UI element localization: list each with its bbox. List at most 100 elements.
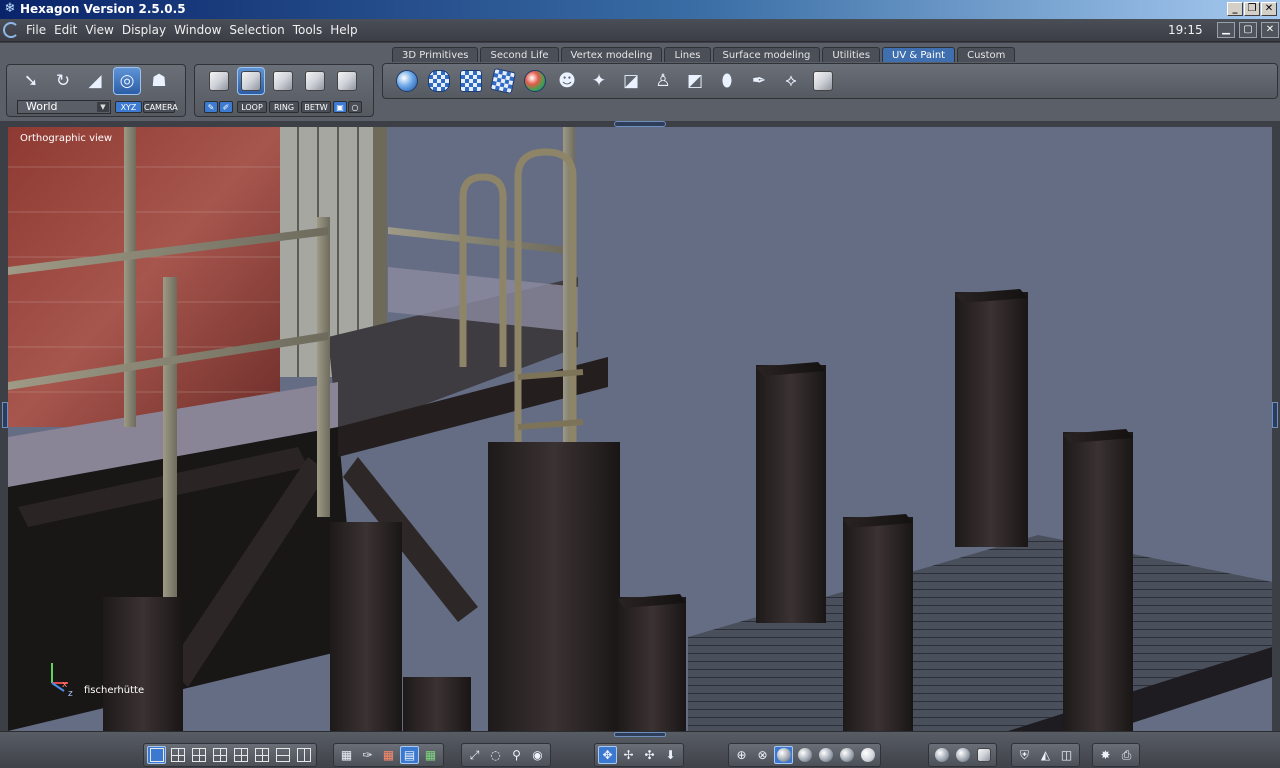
select-arrow-icon[interactable]: ➘ bbox=[17, 67, 45, 95]
rotate-icon[interactable]: ↻ bbox=[49, 67, 77, 95]
layout-three-top-icon[interactable] bbox=[189, 746, 208, 764]
select-auto-icon[interactable] bbox=[333, 67, 361, 95]
shaded-wire-icon[interactable] bbox=[795, 746, 814, 764]
close-button[interactable]: ✕ bbox=[1261, 2, 1277, 16]
select-vertex-icon[interactable] bbox=[301, 67, 329, 95]
layout-vertical-split-icon[interactable] bbox=[294, 746, 313, 764]
tab-utilities[interactable]: Utilities bbox=[822, 47, 881, 62]
select-face-icon[interactable] bbox=[237, 67, 265, 95]
zoom-extents-icon[interactable]: ⤢ bbox=[465, 746, 484, 764]
doc-maximize-button[interactable]: ▢ bbox=[1239, 22, 1257, 38]
select-object-icon[interactable] bbox=[205, 67, 233, 95]
doc-close-button[interactable]: ✕ bbox=[1261, 22, 1279, 38]
circle-select-icon[interactable]: ○ bbox=[348, 101, 362, 113]
paint-brush-icon[interactable]: ✒ bbox=[745, 67, 773, 95]
tab-custom[interactable]: Custom bbox=[957, 47, 1016, 62]
loop-button[interactable]: LOOP bbox=[237, 101, 267, 113]
split-render-icon[interactable]: ◫ bbox=[1057, 746, 1076, 764]
flat-shaded-icon[interactable] bbox=[816, 746, 835, 764]
green-grid-icon[interactable]: ▦ bbox=[421, 746, 440, 764]
uv-sphere-icon[interactable] bbox=[393, 67, 421, 95]
app-icon: ❄ bbox=[4, 1, 16, 16]
active-grid-icon[interactable]: ▤ bbox=[400, 746, 419, 764]
doc-minimize-button[interactable]: ▁ bbox=[1217, 22, 1235, 38]
paint-fill-icon[interactable]: ⟡ bbox=[777, 67, 805, 95]
material-icon[interactable]: ◭ bbox=[1036, 746, 1055, 764]
menu-file[interactable]: File bbox=[26, 19, 46, 42]
menu-selection[interactable]: Selection bbox=[229, 19, 284, 42]
axis-z-label: z bbox=[68, 689, 73, 697]
eye-icon[interactable]: ◉ bbox=[528, 746, 547, 764]
render-icon[interactable]: ✸ bbox=[1096, 746, 1115, 764]
smooth-shaded-icon[interactable] bbox=[774, 746, 793, 764]
layout-horizontal-split-icon[interactable] bbox=[273, 746, 292, 764]
ground-shadow-icon[interactable] bbox=[932, 746, 951, 764]
right-panel-handle[interactable] bbox=[1272, 402, 1278, 428]
camera-button[interactable]: CAMERA bbox=[143, 101, 178, 113]
paint-head-icon[interactable]: ☻ bbox=[553, 67, 581, 95]
uv-star-icon[interactable]: ✦ bbox=[585, 67, 613, 95]
paint-globe-icon[interactable] bbox=[521, 67, 549, 95]
pan-icon[interactable]: ✥ bbox=[598, 746, 617, 764]
minimize-button[interactable]: _ bbox=[1227, 2, 1243, 16]
tab-second-life[interactable]: Second Life bbox=[480, 47, 559, 62]
wireframe-sphere-icon[interactable]: ⊕ bbox=[732, 746, 751, 764]
collapse-bottom-handle[interactable] bbox=[614, 732, 666, 737]
rect-select-icon[interactable]: ▣ bbox=[333, 101, 347, 113]
light-preview-icon[interactable] bbox=[953, 746, 972, 764]
coordinate-space-dropdown[interactable]: World ▼ bbox=[17, 100, 111, 114]
xyz-button[interactable]: XYZ bbox=[115, 101, 142, 113]
select-edge-icon[interactable] bbox=[269, 67, 297, 95]
uv-paint-tools-panel: ☻ ✦ ◪ ♙ ◩ ⬮ ✒ ⟡ bbox=[382, 63, 1278, 99]
brush-select-icon[interactable]: ✎ bbox=[204, 101, 218, 113]
rotate-view-icon[interactable]: ✢ bbox=[619, 746, 638, 764]
menu-tools[interactable]: Tools bbox=[293, 19, 323, 42]
grid-settings-icon[interactable]: ▦ bbox=[337, 746, 356, 764]
textured-icon[interactable] bbox=[837, 746, 856, 764]
tab-uv-paint[interactable]: UV & Paint bbox=[882, 47, 956, 62]
dolly-icon[interactable]: ⬇ bbox=[661, 746, 680, 764]
ghost-icon[interactable]: ☗ bbox=[145, 67, 173, 95]
layout-quad-icon[interactable] bbox=[168, 746, 187, 764]
left-panel-handle[interactable] bbox=[2, 402, 8, 428]
paint-cube-icon[interactable] bbox=[809, 67, 837, 95]
menu-display[interactable]: Display bbox=[122, 19, 166, 42]
layout-three-right-icon[interactable] bbox=[252, 746, 271, 764]
restore-button[interactable]: ❐ bbox=[1244, 2, 1260, 16]
universal-manipulator-icon[interactable]: ◎ bbox=[113, 67, 141, 95]
betw-button[interactable]: BETW bbox=[301, 101, 331, 113]
uv-checker-icon[interactable] bbox=[457, 67, 485, 95]
tab-3d-primitives[interactable]: 3D Primitives bbox=[392, 47, 479, 62]
move-view-icon[interactable]: ✣ bbox=[640, 746, 659, 764]
tab-surface-modeling[interactable]: Surface modeling bbox=[712, 47, 821, 62]
menu-window[interactable]: Window bbox=[174, 19, 221, 42]
menu-view[interactable]: View bbox=[85, 19, 113, 42]
uv-cylinder-icon[interactable] bbox=[425, 67, 453, 95]
uv-map-figure-icon[interactable]: ♙ bbox=[649, 67, 677, 95]
scale-icon[interactable]: ◢ bbox=[81, 67, 109, 95]
menu-help[interactable]: Help bbox=[330, 19, 357, 42]
layout-three-bottom-icon[interactable] bbox=[210, 746, 229, 764]
lasso-select-icon[interactable]: ✐ bbox=[219, 101, 233, 113]
uv-drop-icon[interactable]: ⬮ bbox=[713, 67, 741, 95]
menu-edit[interactable]: Edit bbox=[54, 19, 77, 42]
camera-snapshot-icon[interactable]: ⎙ bbox=[1117, 746, 1136, 764]
uv-box-icon[interactable] bbox=[489, 67, 517, 95]
color-grid-icon[interactable]: ▦ bbox=[379, 746, 398, 764]
uv-unfold-icon[interactable]: ◪ bbox=[617, 67, 645, 95]
clock: 19:15 bbox=[1168, 23, 1203, 37]
shield-icon[interactable]: ⛨ bbox=[1015, 746, 1034, 764]
paint-settings-icon[interactable]: ✑ bbox=[358, 746, 377, 764]
render-preview-icon[interactable] bbox=[858, 746, 877, 764]
cube-display-icon[interactable] bbox=[974, 746, 993, 764]
zoom-icon[interactable]: ⚲ bbox=[507, 746, 526, 764]
uv-projection-icon[interactable]: ◩ bbox=[681, 67, 709, 95]
tab-vertex-modeling[interactable]: Vertex modeling bbox=[560, 47, 663, 62]
wireframe-hidden-icon[interactable]: ⊗ bbox=[753, 746, 772, 764]
ring-button[interactable]: RING bbox=[269, 101, 299, 113]
tab-lines[interactable]: Lines bbox=[664, 47, 711, 62]
viewport-3d[interactable]: Orthographic view x z fischerhütte bbox=[8, 127, 1272, 731]
layout-three-left-icon[interactable] bbox=[231, 746, 250, 764]
orbit-icon[interactable]: ◌ bbox=[486, 746, 505, 764]
layout-single-icon[interactable] bbox=[147, 746, 166, 764]
